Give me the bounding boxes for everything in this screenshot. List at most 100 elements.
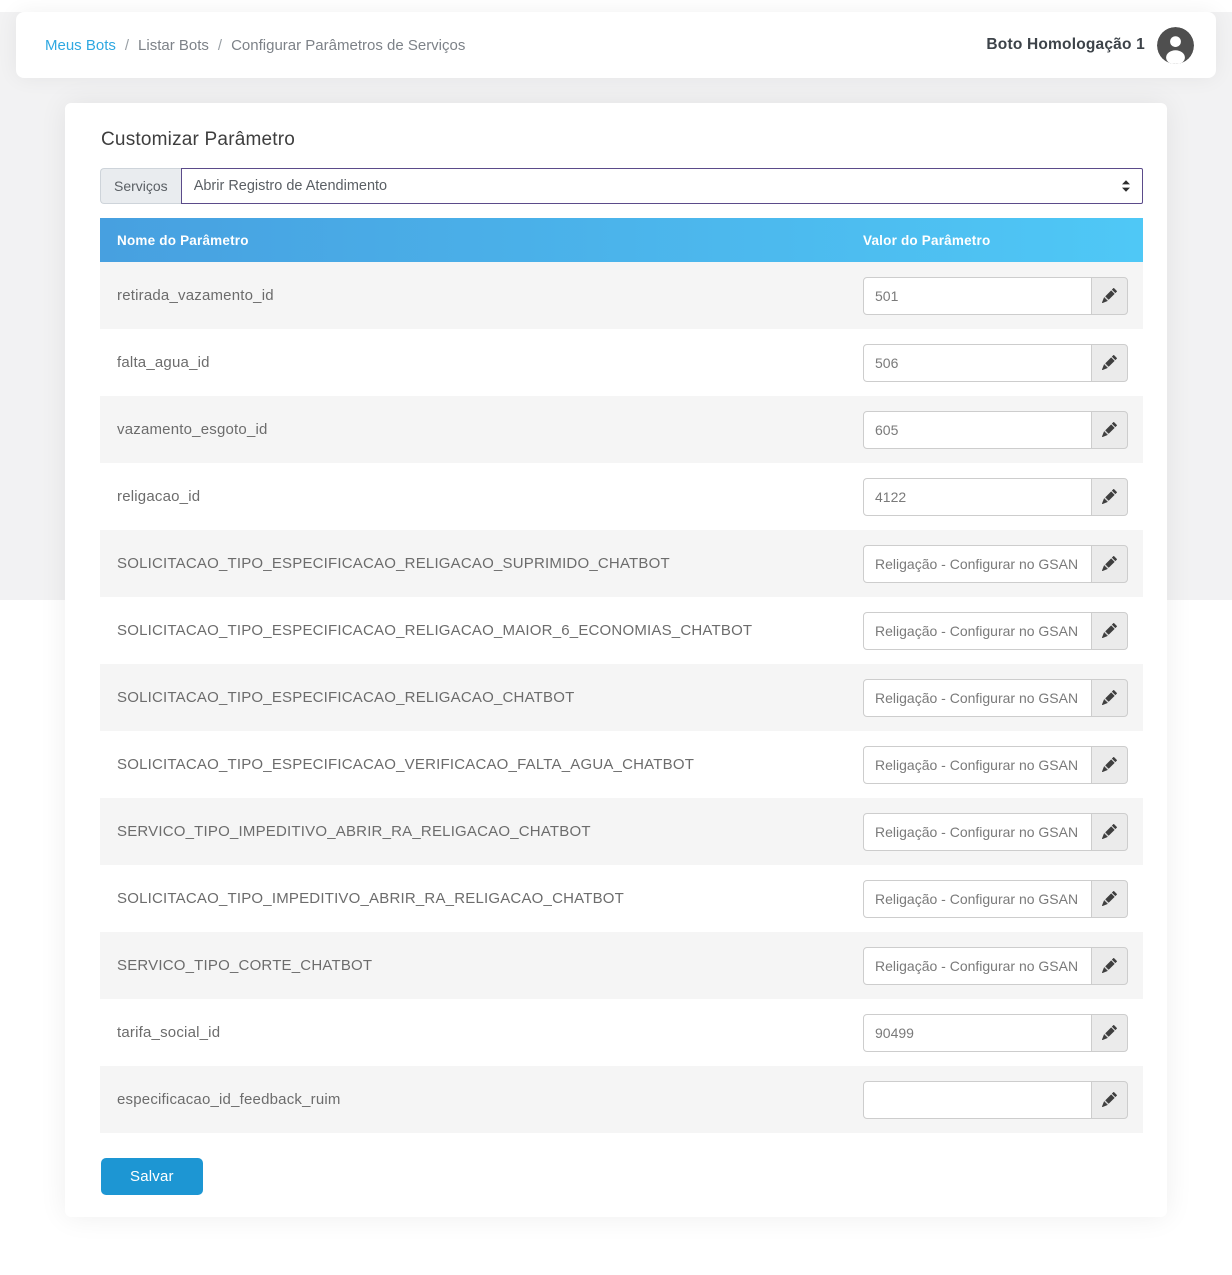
- param-value-input[interactable]: [863, 813, 1092, 851]
- table-row: SERVICO_TIPO_CORTE_CHATBOT: [100, 932, 1143, 999]
- edit-button[interactable]: [1091, 277, 1128, 315]
- breadcrumb-listar-bots[interactable]: Listar Bots: [138, 37, 209, 54]
- table-row: SOLICITACAO_TIPO_ESPECIFICACAO_RELIGACAO…: [100, 597, 1143, 664]
- param-name: SOLICITACAO_TIPO_ESPECIFICACAO_RELIGACAO…: [100, 689, 863, 706]
- param-name: vazamento_esgoto_id: [100, 421, 863, 438]
- breadcrumb-separator: /: [125, 37, 129, 54]
- table-header: Nome do Parâmetro Valor do Parâmetro: [100, 218, 1143, 262]
- edit-button[interactable]: [1091, 478, 1128, 516]
- param-value-cell: [863, 612, 1143, 650]
- param-value-group: [863, 411, 1128, 449]
- pencil-icon: [1102, 1092, 1117, 1107]
- param-value-input[interactable]: [863, 277, 1092, 315]
- param-value-group: [863, 1014, 1128, 1052]
- param-value-group: [863, 1081, 1128, 1119]
- breadcrumb-current-page: Configurar Parâmetros de Serviços: [231, 37, 465, 54]
- service-select[interactable]: Abrir Registro de Atendimento: [181, 168, 1143, 204]
- edit-button[interactable]: [1091, 1014, 1128, 1052]
- param-name: tarifa_social_id: [100, 1024, 863, 1041]
- param-value-input[interactable]: [863, 880, 1092, 918]
- pencil-icon: [1102, 489, 1117, 504]
- param-value-input[interactable]: [863, 478, 1092, 516]
- param-value-group: [863, 478, 1128, 516]
- save-button[interactable]: Salvar: [101, 1158, 203, 1195]
- param-name: especificacao_id_feedback_ruim: [100, 1091, 863, 1108]
- param-value-input[interactable]: [863, 746, 1092, 784]
- user-avatar-icon[interactable]: [1157, 27, 1194, 64]
- edit-button[interactable]: [1091, 612, 1128, 650]
- table-row: religacao_id: [100, 463, 1143, 530]
- page-title: Customizar Parâmetro: [101, 129, 1143, 151]
- column-header-value: Valor do Parâmetro: [863, 233, 1143, 248]
- bot-name-label: Boto Homologação 1: [986, 36, 1145, 54]
- table-row: tarifa_social_id: [100, 999, 1143, 1066]
- param-value-group: [863, 545, 1128, 583]
- param-name: SERVICO_TIPO_CORTE_CHATBOT: [100, 957, 863, 974]
- param-value-input[interactable]: [863, 411, 1092, 449]
- param-value-cell: [863, 1014, 1143, 1052]
- service-selector-label: Serviços: [100, 168, 181, 204]
- param-value-cell: [863, 344, 1143, 382]
- param-value-input[interactable]: [863, 612, 1092, 650]
- param-value-group: [863, 746, 1128, 784]
- table-row: SOLICITACAO_TIPO_ESPECIFICACAO_VERIFICAC…: [100, 731, 1143, 798]
- param-value-cell: [863, 277, 1143, 315]
- edit-button[interactable]: [1091, 344, 1128, 382]
- param-value-input[interactable]: [863, 1081, 1092, 1119]
- param-value-cell: [863, 411, 1143, 449]
- service-selector-group: Serviços Abrir Registro de Atendimento: [100, 168, 1143, 204]
- table-row: SERVICO_TIPO_IMPEDITIVO_ABRIR_RA_RELIGAC…: [100, 798, 1143, 865]
- param-value-cell: [863, 478, 1143, 516]
- table-row: vazamento_esgoto_id: [100, 396, 1143, 463]
- pencil-icon: [1102, 422, 1117, 437]
- param-value-group: [863, 612, 1128, 650]
- pencil-icon: [1102, 690, 1117, 705]
- param-value-cell: [863, 1081, 1143, 1119]
- param-value-group: [863, 947, 1128, 985]
- breadcrumb: Meus Bots / Listar Bots / Configurar Par…: [45, 37, 465, 54]
- edit-button[interactable]: [1091, 746, 1128, 784]
- param-value-input[interactable]: [863, 344, 1092, 382]
- edit-button[interactable]: [1091, 813, 1128, 851]
- user-area: Boto Homologação 1: [986, 27, 1194, 64]
- param-value-group: [863, 880, 1128, 918]
- edit-button[interactable]: [1091, 880, 1128, 918]
- parameters-table: Nome do Parâmetro Valor do Parâmetro ret…: [100, 218, 1143, 1133]
- edit-button[interactable]: [1091, 679, 1128, 717]
- edit-button[interactable]: [1091, 545, 1128, 583]
- table-body: retirada_vazamento_id falta_agua_id: [100, 262, 1143, 1133]
- pencil-icon: [1102, 623, 1117, 638]
- param-value-cell: [863, 545, 1143, 583]
- param-name: SOLICITACAO_TIPO_ESPECIFICACAO_RELIGACAO…: [100, 622, 863, 639]
- param-name: SOLICITACAO_TIPO_ESPECIFICACAO_RELIGACAO…: [100, 555, 863, 572]
- param-value-group: [863, 813, 1128, 851]
- param-value-cell: [863, 813, 1143, 851]
- param-name: religacao_id: [100, 488, 863, 505]
- param-name: SERVICO_TIPO_IMPEDITIVO_ABRIR_RA_RELIGAC…: [100, 823, 863, 840]
- table-row: especificacao_id_feedback_ruim: [100, 1066, 1143, 1133]
- customize-parameter-card: Customizar Parâmetro Serviços Abrir Regi…: [65, 103, 1167, 1217]
- param-name: SOLICITACAO_TIPO_ESPECIFICACAO_VERIFICAC…: [100, 756, 863, 773]
- table-row: SOLICITACAO_TIPO_ESPECIFICACAO_RELIGACAO…: [100, 664, 1143, 731]
- param-value-input[interactable]: [863, 947, 1092, 985]
- param-value-cell: [863, 947, 1143, 985]
- param-value-input[interactable]: [863, 545, 1092, 583]
- edit-button[interactable]: [1091, 411, 1128, 449]
- pencil-icon: [1102, 355, 1117, 370]
- pencil-icon: [1102, 891, 1117, 906]
- table-row: falta_agua_id: [100, 329, 1143, 396]
- table-row: SOLICITACAO_TIPO_ESPECIFICACAO_RELIGACAO…: [100, 530, 1143, 597]
- pencil-icon: [1102, 757, 1117, 772]
- param-value-cell: [863, 746, 1143, 784]
- param-value-input[interactable]: [863, 1014, 1092, 1052]
- param-name: retirada_vazamento_id: [100, 287, 863, 304]
- column-header-name: Nome do Parâmetro: [100, 233, 863, 248]
- param-value-cell: [863, 679, 1143, 717]
- param-value-input[interactable]: [863, 679, 1092, 717]
- top-bar: Meus Bots / Listar Bots / Configurar Par…: [16, 12, 1216, 78]
- edit-button[interactable]: [1091, 1081, 1128, 1119]
- param-name: SOLICITACAO_TIPO_IMPEDITIVO_ABRIR_RA_REL…: [100, 890, 863, 907]
- edit-button[interactable]: [1091, 947, 1128, 985]
- breadcrumb-meus-bots[interactable]: Meus Bots: [45, 37, 116, 54]
- pencil-icon: [1102, 1025, 1117, 1040]
